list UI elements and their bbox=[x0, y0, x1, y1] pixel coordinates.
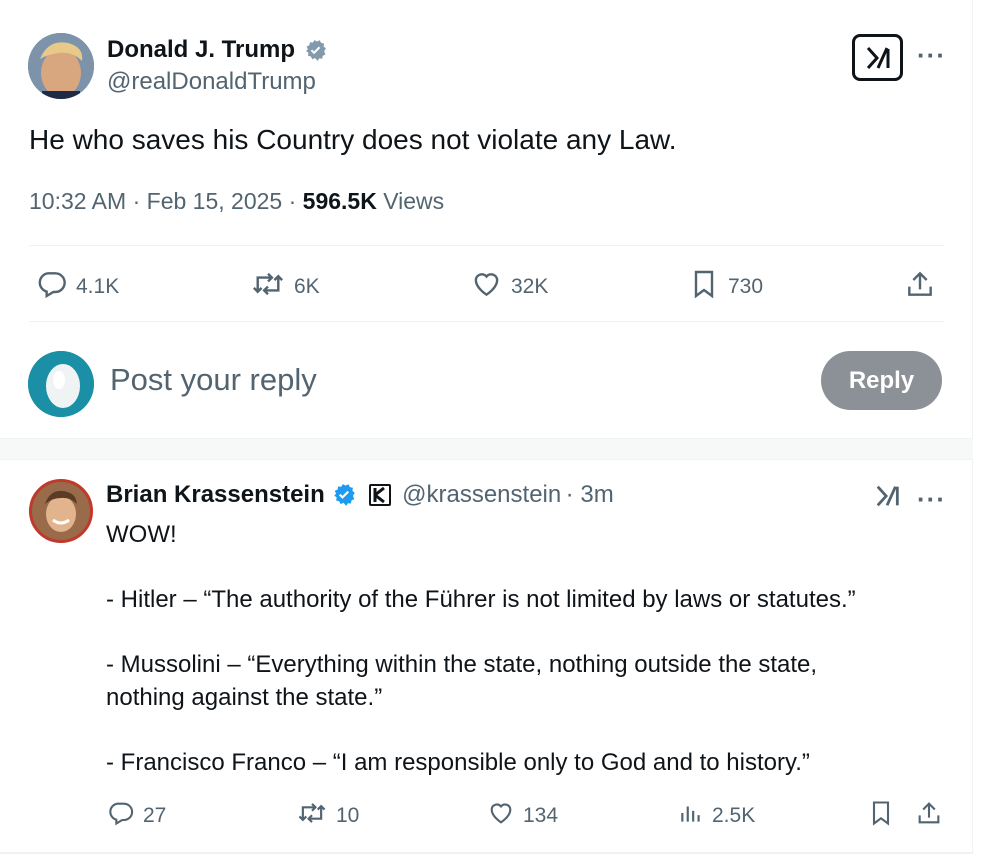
like-count: 134 bbox=[523, 804, 559, 827]
bookmark-icon bbox=[688, 268, 720, 306]
bookmark-action[interactable]: 730 bbox=[688, 268, 763, 306]
author-handle[interactable]: @krassenstein bbox=[402, 481, 561, 508]
like-icon bbox=[487, 799, 515, 833]
reply-icon bbox=[107, 799, 135, 833]
reply-line bbox=[106, 617, 856, 650]
bookmark-icon bbox=[867, 799, 895, 833]
bookmark-action[interactable] bbox=[867, 799, 895, 833]
reply-line: - Mussolini – “Everything within the sta… bbox=[106, 651, 818, 678]
post-meta: 10:32 AM · Feb 15, 2025 · 596.5K Views bbox=[29, 188, 445, 214]
views-count: 2.5K bbox=[712, 804, 756, 827]
reply-line bbox=[106, 714, 856, 747]
reply-header: Brian Krassenstein @krassenstein · 3m bbox=[106, 481, 614, 513]
grok-icon[interactable] bbox=[873, 482, 903, 515]
reply-icon bbox=[36, 268, 68, 306]
repost-icon bbox=[250, 268, 286, 306]
views-icon bbox=[678, 799, 704, 833]
post-time[interactable]: 3m bbox=[580, 481, 613, 508]
like-icon bbox=[470, 268, 503, 306]
grok-icon[interactable] bbox=[852, 34, 903, 81]
author-name[interactable]: Brian Krassenstein bbox=[106, 481, 325, 508]
divider bbox=[29, 245, 944, 246]
repost-action[interactable]: 10 bbox=[296, 799, 359, 833]
reply-action[interactable]: 27 bbox=[107, 799, 166, 833]
like-count: 32K bbox=[511, 275, 549, 298]
reply-line bbox=[106, 552, 856, 585]
views-label: Views bbox=[383, 188, 445, 214]
views-action[interactable]: 2.5K bbox=[678, 799, 755, 833]
avatar[interactable] bbox=[28, 33, 94, 99]
verified-badge-icon bbox=[331, 482, 357, 513]
author-handle[interactable]: @realDonaldTrump bbox=[107, 68, 316, 96]
reply-text: WOW! - Hitler – “The authority of the Fü… bbox=[106, 519, 856, 779]
post-time[interactable]: 10:32 AM bbox=[29, 188, 126, 214]
more-icon[interactable]: ··· bbox=[917, 484, 946, 515]
divider bbox=[29, 321, 944, 322]
verified-badge-icon bbox=[303, 38, 328, 68]
share-action[interactable] bbox=[915, 799, 943, 833]
repost-count: 6K bbox=[294, 275, 320, 298]
author-name[interactable]: Donald J. Trump bbox=[107, 36, 295, 63]
post-text: He who saves his Country does not violat… bbox=[29, 124, 677, 155]
like-action[interactable]: 32K bbox=[470, 268, 548, 306]
more-icon[interactable]: ··· bbox=[917, 40, 946, 71]
reply-action[interactable]: 4.1K bbox=[36, 268, 119, 306]
reply-count: 27 bbox=[143, 804, 167, 827]
share-action[interactable] bbox=[904, 268, 936, 306]
repost-icon bbox=[296, 799, 328, 833]
section-divider bbox=[0, 438, 973, 460]
reply-input[interactable]: Post your reply bbox=[110, 362, 317, 398]
avatar[interactable] bbox=[29, 479, 93, 543]
affiliate-badge-icon bbox=[368, 483, 392, 512]
bookmark-count: 730 bbox=[728, 275, 764, 298]
reply-button[interactable]: Reply bbox=[821, 351, 942, 410]
like-action[interactable]: 134 bbox=[487, 799, 558, 833]
reply-line: WOW! bbox=[106, 521, 177, 548]
share-icon bbox=[915, 799, 943, 833]
reply-line: nothing against the state.” bbox=[106, 683, 383, 711]
views-count: 596.5K bbox=[302, 188, 377, 214]
author-name-row: Donald J. Trump bbox=[107, 36, 328, 68]
share-icon bbox=[904, 268, 936, 306]
post-thread: Donald J. Trump @realDonaldTrump ··· He … bbox=[0, 0, 973, 854]
repost-count: 10 bbox=[336, 804, 360, 827]
reply-count: 4.1K bbox=[76, 275, 120, 298]
avatar[interactable] bbox=[28, 351, 94, 417]
reply-line: - Francisco Franco – “I am responsible o… bbox=[106, 748, 810, 776]
post-date[interactable]: Feb 15, 2025 bbox=[147, 188, 283, 214]
repost-action[interactable]: 6K bbox=[250, 268, 320, 306]
reply-line: - Hitler – “The authority of the Führer … bbox=[106, 586, 856, 613]
